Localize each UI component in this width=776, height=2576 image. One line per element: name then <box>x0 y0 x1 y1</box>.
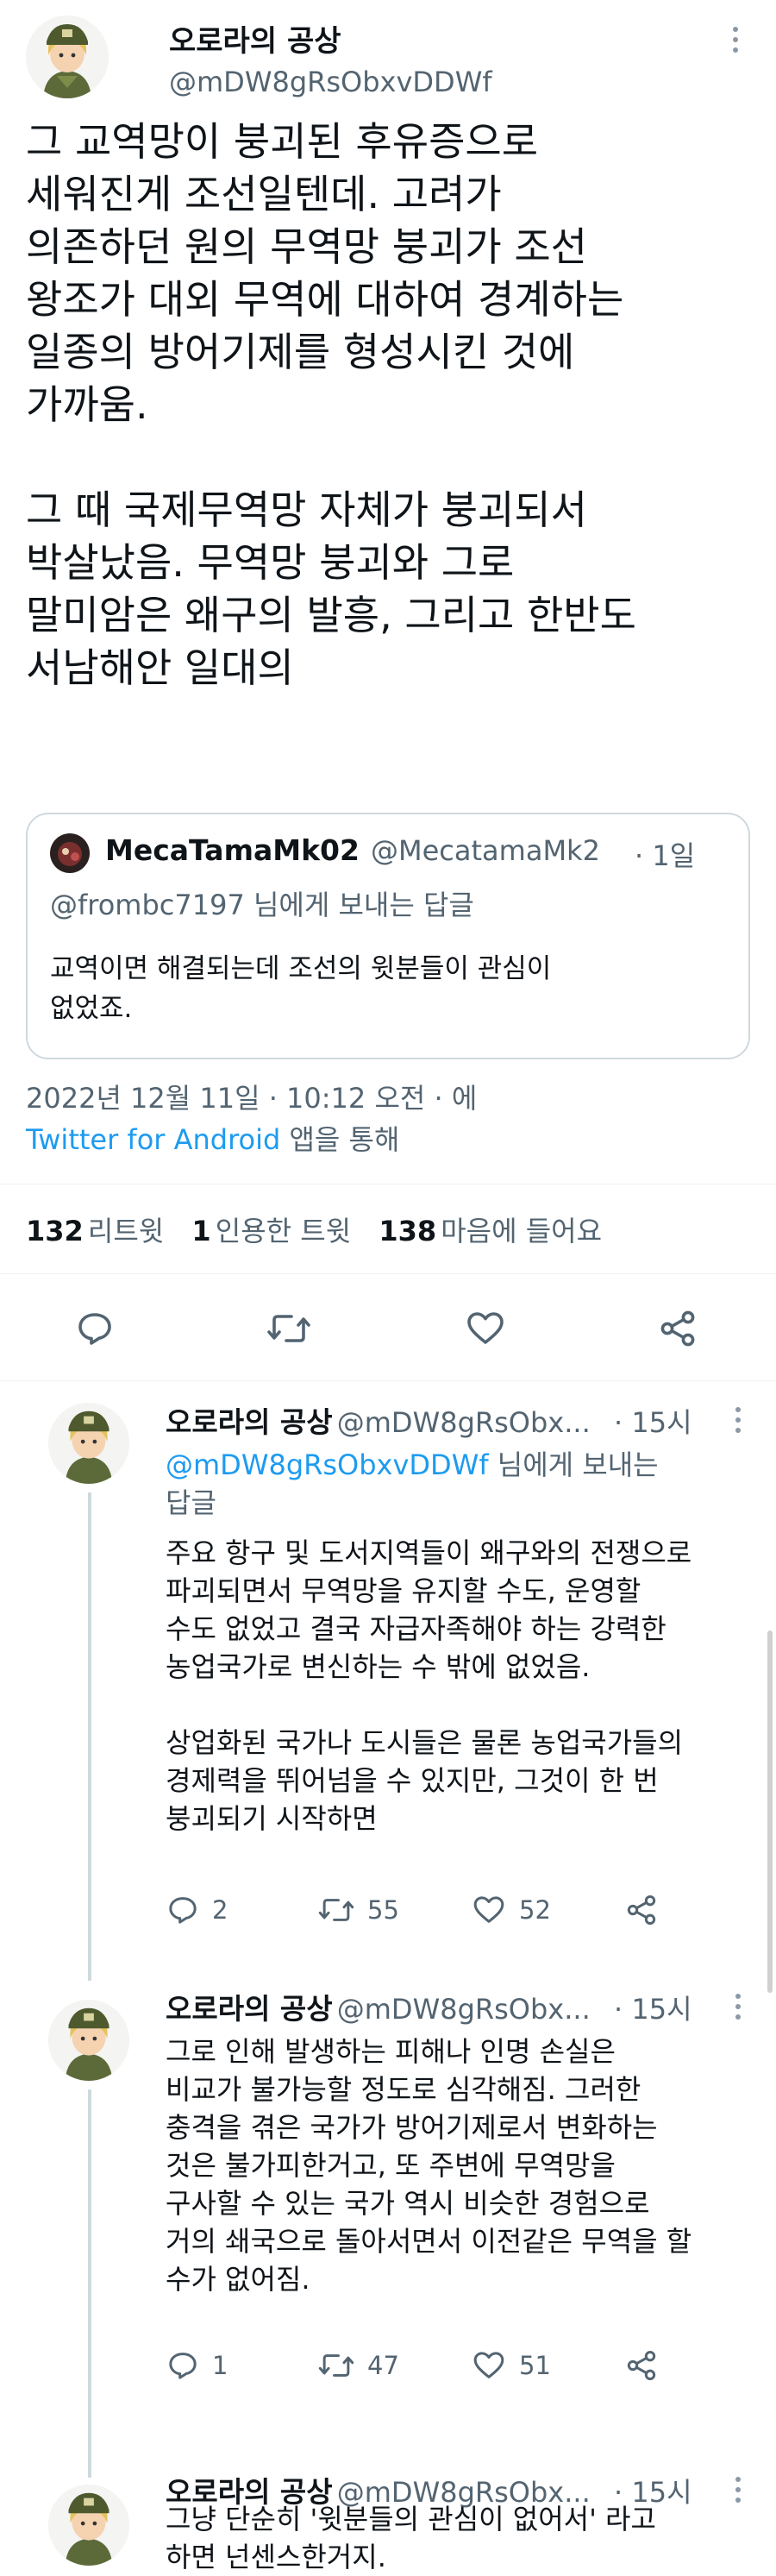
reply-context: @mDW8gRsObxvDDWf 님에게 보내는 답글 <box>166 1446 659 1522</box>
divider <box>0 1380 776 1381</box>
tweet-text: 그 교역망이 붕괴된 후유증으로 세워진게 조선일텐데. 고려가 의존하던 원의… <box>26 118 636 691</box>
more-dots-icon[interactable] <box>728 1991 748 2026</box>
reply-author-name[interactable]: 오로라의 공상 <box>166 1992 333 2026</box>
quoted-reply-context: @frombc7197 님에게 보내는 답글 <box>50 883 474 923</box>
author-avatar[interactable] <box>26 16 109 98</box>
quoted-reply-to-handle: @frombc7197 <box>50 889 245 921</box>
retweet-count[interactable]: 132 <box>26 1215 84 1247</box>
share-button[interactable] <box>624 1893 659 1927</box>
reply-author-handle[interactable]: @mDW8gRsObx... <box>337 1406 591 1439</box>
tweet-source-link[interactable]: Twitter for Android <box>26 1123 280 1156</box>
reply-author-handle[interactable]: @mDW8gRsObx... <box>337 1993 591 2026</box>
heart-icon[interactable] <box>464 1308 507 1353</box>
reply-text: 그냥 단순히 '윗분들의 관심이 없어서' 라고 하면 넌센스한거지. <box>166 2503 656 2573</box>
reply-author-avatar[interactable] <box>48 1403 129 1484</box>
thread-line <box>88 1492 91 1981</box>
retweet-label[interactable]: 리트윗 <box>88 1215 164 1247</box>
tweet-source-line: Twitter for Android 앱을 통해 <box>26 1118 399 1158</box>
reply-header: 오로라의 공상 @mDW8gRsObx... <box>166 1986 591 2027</box>
retweet-icon[interactable] <box>266 1308 312 1353</box>
more-dots-icon[interactable] <box>728 1404 748 1439</box>
scrollbar-thumb[interactable] <box>767 1630 773 1993</box>
reply-button[interactable]: 2 <box>166 1893 228 1927</box>
reply-icon[interactable] <box>74 1308 116 1353</box>
quote-label[interactable]: 인용한 트윗 <box>216 1215 351 1247</box>
like-label[interactable]: 마음에 들어요 <box>441 1215 602 1247</box>
quoted-author-handle: @MecatamaMk2 <box>371 834 600 867</box>
more-dots-icon[interactable] <box>723 22 748 57</box>
author-name[interactable]: 오로라의 공상 <box>169 17 341 60</box>
retweet-button[interactable]: 55 <box>317 1893 399 1927</box>
share-button[interactable] <box>624 2348 659 2383</box>
reply-text: 주요 항구 및 도서지역들이 왜구와의 전쟁으로 파괴되면서 무역망을 유지할 … <box>166 1536 692 1835</box>
like-count: 52 <box>519 1895 551 1925</box>
retweet-count: 47 <box>367 2351 399 2380</box>
reply-to-suffix: 님에게 보내는 <box>488 1448 659 1481</box>
reply-time[interactable]: · 15시 <box>614 1988 692 2027</box>
reply-to-handle[interactable]: @mDW8gRsObxvDDWf <box>166 1448 489 1481</box>
quoted-author-avatar <box>50 833 90 873</box>
like-button[interactable]: 52 <box>471 1893 551 1927</box>
like-count: 51 <box>519 2351 551 2380</box>
reply-author-avatar[interactable] <box>48 2000 129 2081</box>
reply-header: 오로라의 공상 @mDW8gRsObx... <box>166 1399 591 1441</box>
reply-actions: 1 47 51 <box>166 2348 717 2391</box>
reply-author-avatar[interactable] <box>48 2485 129 2566</box>
tweet-source-suffix: 앱을 통해 <box>280 1123 400 1156</box>
retweet-count: 55 <box>367 1895 399 1925</box>
reply-count: 2 <box>212 1895 228 1925</box>
quote-count[interactable]: 1 <box>191 1215 210 1247</box>
reply-time[interactable]: · 15시 <box>614 1401 692 1441</box>
retweet-button[interactable]: 47 <box>317 2348 399 2383</box>
like-count[interactable]: 138 <box>379 1215 436 1247</box>
tweet-timestamp: 2022년 12월 11일 · 10:12 오전 · 에 <box>26 1082 478 1115</box>
reply-actions: 2 55 52 <box>166 1893 717 1936</box>
share-icon[interactable] <box>657 1308 698 1353</box>
like-button[interactable]: 51 <box>471 2348 551 2383</box>
quoted-tweet-text: 교역이면 해결되는데 조선의 윗분들이 관심이 없었죠. <box>50 953 552 1024</box>
reply-text: 그로 인해 발생하는 피해나 인명 손실은 비교가 불가능할 정도로 심각해짐.… <box>166 2035 692 2296</box>
quoted-author-name: MecaTamaMk02 <box>105 833 360 867</box>
tweet-stats: 132 리트윗 1 인용한 트윗 138 마음에 들어요 <box>26 1209 602 1249</box>
reply-button[interactable]: 1 <box>166 2348 228 2383</box>
quoted-tweet[interactable]: MecaTamaMk02 @MecatamaMk2 · 1일 @frombc71… <box>26 813 750 1059</box>
thread-line <box>88 2089 91 2478</box>
reply-author-name[interactable]: 오로라의 공상 <box>166 1405 333 1439</box>
quoted-reply-to-suffix: 님에게 보내는 답글 <box>244 889 474 921</box>
author-handle[interactable]: @mDW8gRsObxvDDWf <box>169 66 492 98</box>
divider <box>0 1273 776 1274</box>
quoted-time: · 1일 <box>635 839 696 872</box>
reply-count: 1 <box>212 2351 228 2380</box>
reply-to-line2: 답글 <box>166 1486 216 1519</box>
